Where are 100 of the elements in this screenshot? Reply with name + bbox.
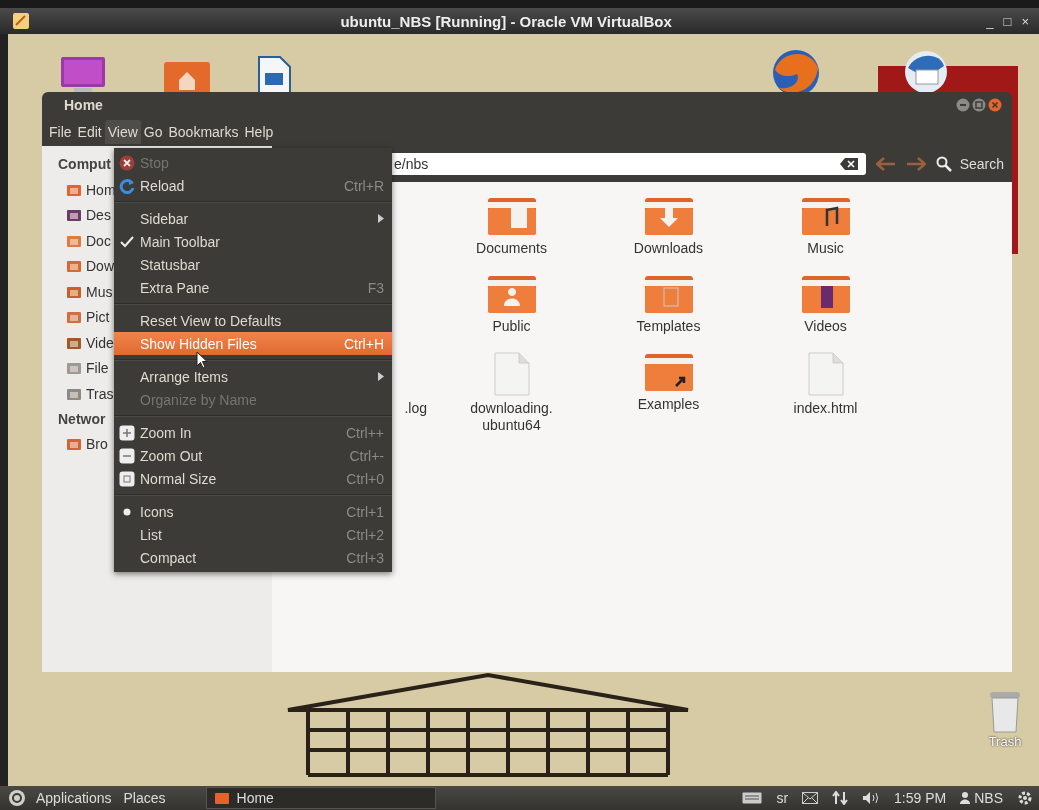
places-entry[interactable]: Dow bbox=[58, 253, 114, 279]
keyboard-icon[interactable] bbox=[742, 792, 763, 804]
folder-icon[interactable] bbox=[800, 196, 851, 236]
folder-icon[interactable] bbox=[643, 352, 694, 392]
mail-icon[interactable] bbox=[802, 792, 819, 804]
shortcut-label: Ctrl+R bbox=[343, 177, 384, 194]
menu-item[interactable]: Main Toolbar bbox=[114, 230, 392, 253]
forward-arrow-icon[interactable] bbox=[905, 157, 926, 171]
back-arrow-icon[interactable] bbox=[875, 157, 896, 171]
folder-icon bbox=[66, 386, 82, 401]
window-title: Home bbox=[64, 97, 104, 113]
menu-bar-item[interactable]: Edit bbox=[74, 120, 105, 144]
file-name: Downloads bbox=[633, 240, 704, 257]
shortcut-label: Ctrl+3 bbox=[346, 549, 384, 566]
menu-bar-item[interactable]: View bbox=[104, 120, 141, 144]
shortcut-label: Ctrl+1 bbox=[346, 503, 384, 520]
folder-icon bbox=[66, 182, 82, 197]
file-name: Documents bbox=[476, 240, 547, 257]
menu-item[interactable]: Reload Ctrl+R bbox=[114, 174, 392, 197]
maximize-icon[interactable] bbox=[972, 98, 986, 112]
clear-icon[interactable] bbox=[839, 158, 858, 170]
folder-icon bbox=[66, 284, 82, 299]
places-entry[interactable]: Bro bbox=[58, 431, 108, 457]
folder-icon bbox=[66, 259, 82, 274]
stop-icon bbox=[119, 154, 135, 171]
window-control-button[interactable]: _ bbox=[982, 13, 998, 29]
sidebar-heading: Networ bbox=[58, 409, 106, 429]
ubuntu-logo-icon[interactable] bbox=[8, 789, 26, 807]
folder-icon bbox=[66, 335, 82, 350]
window-control-button[interactable]: × bbox=[1017, 13, 1033, 29]
panel-menu[interactable]: Applications bbox=[34, 790, 114, 806]
menu-item[interactable]: Reset View to Defaults bbox=[114, 309, 392, 332]
taskbar-button[interactable]: Home bbox=[205, 787, 436, 809]
shortcut-label: Ctrl++ bbox=[345, 424, 384, 441]
trash-label: Trash bbox=[988, 734, 1022, 749]
folder-icon bbox=[66, 361, 82, 376]
menu-bar-item[interactable]: Bookmarks bbox=[165, 120, 242, 144]
person-icon bbox=[960, 792, 971, 804]
keyboard-layout-label[interactable]: sr bbox=[776, 790, 789, 806]
places-entry[interactable]: Doc bbox=[58, 228, 111, 254]
folder-icon bbox=[66, 310, 82, 325]
reload-icon bbox=[119, 177, 135, 194]
folder-icon bbox=[66, 208, 82, 223]
menu-item[interactable]: Zoom Out Ctrl+- bbox=[114, 444, 392, 467]
mail-bird-icon bbox=[902, 48, 950, 94]
places-entry[interactable]: Tras bbox=[58, 381, 114, 407]
places-entry[interactable]: Des bbox=[58, 202, 111, 228]
file-name: .log bbox=[404, 400, 427, 417]
gear-icon[interactable] bbox=[1017, 790, 1033, 806]
menu-item[interactable]: Statusbar bbox=[114, 253, 392, 276]
sidebar-heading: Comput bbox=[58, 155, 111, 174]
app-icon bbox=[12, 12, 30, 30]
file-name: Examples bbox=[637, 396, 700, 413]
menu-bar-item[interactable]: Go bbox=[140, 120, 166, 144]
clock[interactable]: 1:59 PM bbox=[894, 790, 947, 806]
close-icon[interactable] bbox=[988, 98, 1002, 112]
zoom-icon bbox=[119, 470, 135, 487]
places-entry[interactable]: Vide bbox=[58, 330, 114, 356]
trash-icon bbox=[988, 690, 1022, 734]
file-name: Templates bbox=[636, 318, 701, 335]
file-name: downloading. ubuntu64 bbox=[470, 400, 553, 434]
file-name: Videos bbox=[804, 318, 847, 335]
shortcut-label: Ctrl+0 bbox=[346, 470, 384, 487]
folder-icon[interactable] bbox=[800, 274, 851, 314]
folder-icon bbox=[214, 792, 229, 804]
places-entry[interactable]: File bbox=[58, 355, 109, 381]
window-title: ubuntu_NBS [Running] - Oracle VM VirtualBox bbox=[339, 12, 673, 30]
file-name: Public bbox=[492, 318, 531, 335]
menu-bar-item[interactable]: Help bbox=[241, 120, 277, 144]
window-control-button[interactable]: □ bbox=[999, 13, 1016, 29]
minimize-icon[interactable] bbox=[956, 98, 970, 112]
menu-item[interactable]: Extra Pane F3 bbox=[114, 276, 392, 299]
user-menu[interactable]: NBS bbox=[960, 790, 1003, 806]
menu-item[interactable]: Compact Ctrl+3 bbox=[114, 546, 392, 569]
submenu-arrow-icon bbox=[378, 372, 384, 381]
shortcut-label: F3 bbox=[367, 279, 384, 296]
folder-icon bbox=[66, 437, 82, 452]
search-icon bbox=[935, 156, 952, 172]
panel-menu[interactable]: Places bbox=[121, 790, 168, 806]
shortcut-label: Ctrl+- bbox=[349, 447, 384, 464]
submenu-arrow-icon bbox=[378, 214, 384, 223]
file-name: index.html bbox=[793, 400, 858, 417]
menu-item[interactable]: Zoom In Ctrl++ bbox=[114, 421, 392, 444]
search-button[interactable]: Search bbox=[935, 156, 1004, 172]
shortcut-label: Ctrl+H bbox=[343, 335, 384, 352]
menu-item[interactable]: Normal Size Ctrl+0 bbox=[114, 467, 392, 490]
file-name: Music bbox=[807, 240, 844, 257]
places-entry[interactable]: Mus bbox=[58, 279, 113, 305]
folder-icon bbox=[66, 233, 82, 248]
network-arrows-icon[interactable] bbox=[832, 791, 849, 805]
menu-bar-item[interactable]: File bbox=[46, 120, 75, 144]
zoom-in-icon bbox=[119, 424, 135, 441]
volume-icon[interactable] bbox=[862, 791, 881, 805]
zoom-out-icon bbox=[119, 447, 135, 464]
shortcut-label: Ctrl+2 bbox=[346, 526, 384, 543]
menu-item[interactable]: List Ctrl+2 bbox=[114, 523, 392, 546]
menu-item[interactable]: Arrange Items bbox=[114, 365, 392, 388]
places-entry[interactable]: Pict bbox=[58, 304, 110, 330]
menu-item[interactable]: Icons Ctrl+1 bbox=[114, 500, 392, 523]
menu-item[interactable]: Sidebar bbox=[114, 207, 392, 230]
